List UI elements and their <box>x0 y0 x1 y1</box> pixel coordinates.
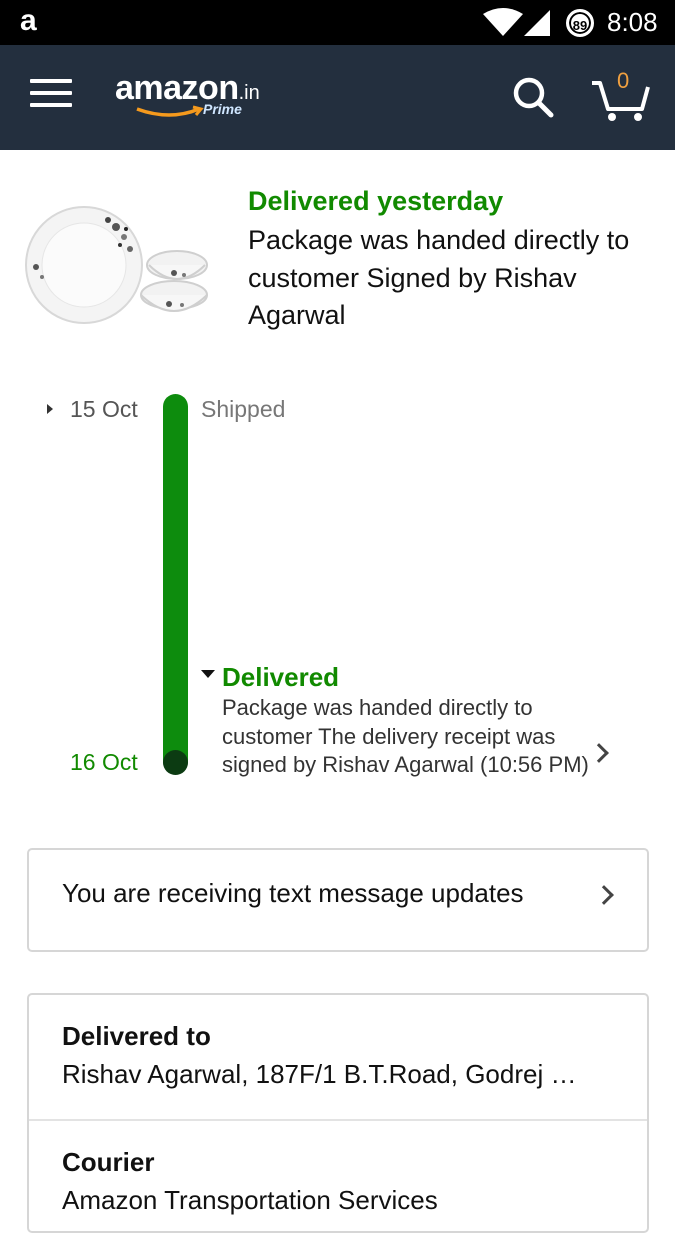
timeline-start-label: Shipped <box>201 396 286 422</box>
wifi-icon <box>483 8 523 36</box>
sms-updates-label: You are receiving text message updates <box>62 878 524 908</box>
delivered-to-label: Delivered to <box>62 1021 211 1051</box>
delivery-status-heading: Delivered yesterday <box>248 186 504 216</box>
cart-count-badge: 0 <box>617 68 630 93</box>
amazon-logo[interactable]: amazon.in Prime <box>115 69 260 117</box>
delivery-status-detail: Package was handed directly to customer … <box>248 225 630 330</box>
tracking-progress-bar <box>163 394 188 774</box>
chevron-right-icon <box>594 885 614 905</box>
timeline-event-title[interactable]: Delivered <box>222 662 339 693</box>
product-image[interactable] <box>24 205 214 325</box>
timeline-event-detail: Package was handed directly to customer … <box>222 695 589 777</box>
battery-indicator: 89 <box>566 9 594 37</box>
status-bar: a 89 8:08 <box>0 0 675 45</box>
tracking-progress-dot <box>163 750 188 775</box>
divider <box>29 1119 647 1121</box>
signal-icon <box>524 10 550 36</box>
search-icon <box>513 77 554 118</box>
courier-label: Courier <box>62 1147 155 1177</box>
timeline-end-date: 16 Oct <box>70 749 138 775</box>
timeline-start-date[interactable]: 15 Oct <box>70 396 138 423</box>
cart-button[interactable]: 0 <box>590 68 650 123</box>
sms-updates-card[interactable]: You are receiving text message updates <box>27 848 649 952</box>
courier-name: Amazon Transportation Services <box>62 1185 438 1215</box>
chevron-right-icon[interactable] <box>589 743 609 763</box>
caret-right-icon <box>47 404 53 414</box>
dinner-set-image <box>25 206 208 324</box>
caret-down-icon <box>201 670 215 678</box>
smile-icon <box>136 105 204 117</box>
clock: 8:08 <box>607 7 658 37</box>
menu-icon <box>30 79 72 83</box>
shipment-info-card: Delivered to Rishav Agarwal, 187F/1 B.T.… <box>27 993 649 1233</box>
delivered-to-address[interactable]: Rishav Agarwal, 187F/1 B.T.Road, Godrej … <box>62 1059 622 1090</box>
amazon-app-icon: a <box>20 4 37 37</box>
search-button[interactable] <box>511 75 555 119</box>
app-header: amazon.in Prime 0 <box>0 45 675 150</box>
menu-button[interactable] <box>30 79 72 113</box>
